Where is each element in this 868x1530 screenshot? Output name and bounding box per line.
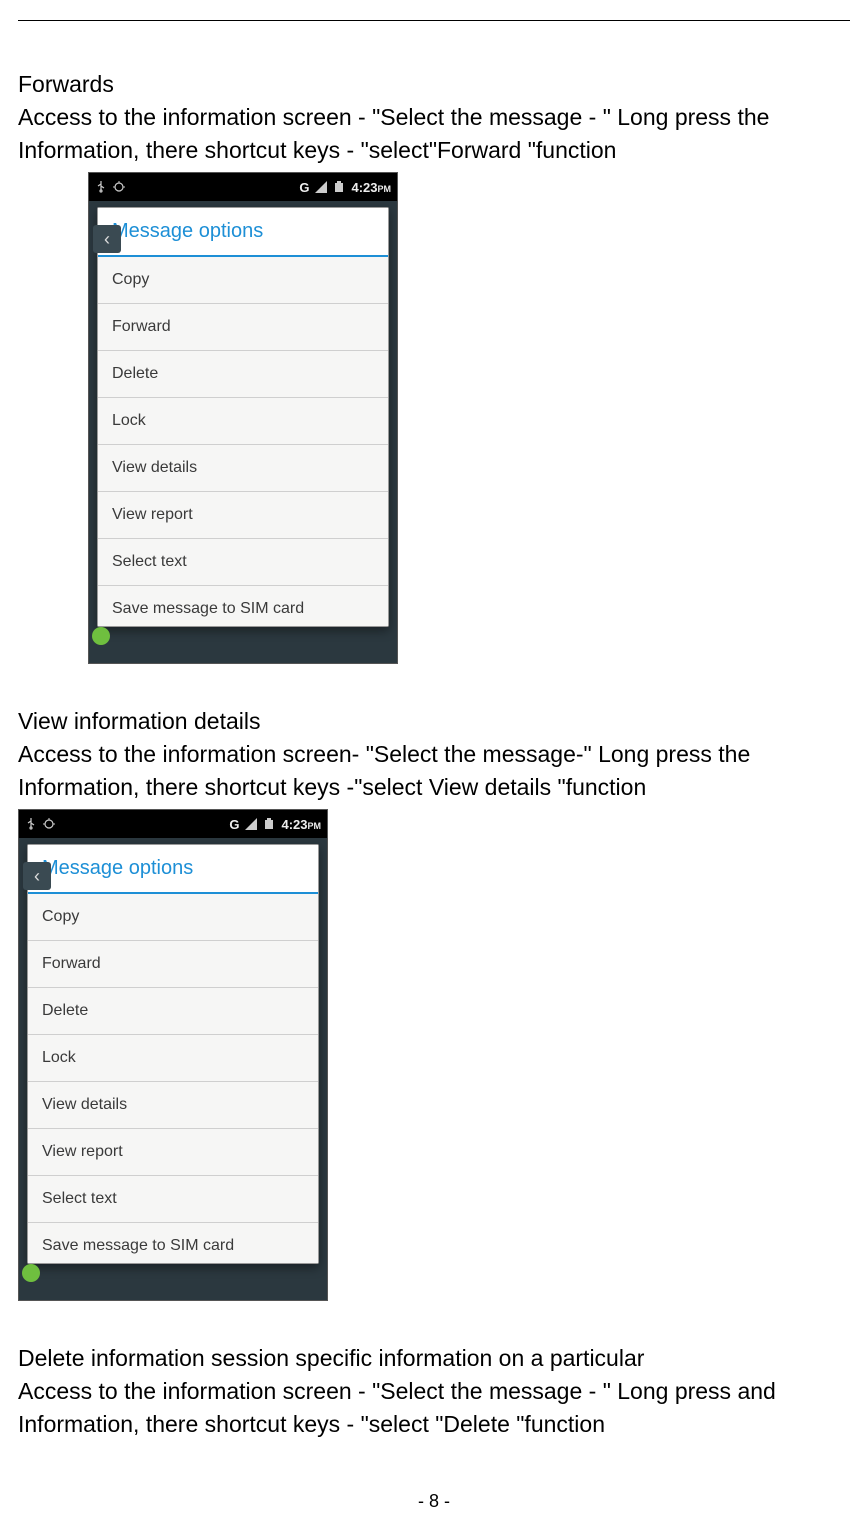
back-chevron-icon: ‹	[93, 225, 121, 253]
option-view-report[interactable]: View report	[98, 492, 388, 539]
debug-icon	[113, 181, 125, 193]
option-lock[interactable]: Lock	[28, 1035, 318, 1082]
usb-icon	[25, 818, 37, 830]
delete-line-2: Information, there shortcut keys - "sele…	[18, 1409, 850, 1440]
message-options-dialog: Message options Copy Forward Delete Lock…	[27, 844, 319, 1264]
battery-icon	[333, 181, 345, 193]
option-select-text[interactable]: Select text	[98, 539, 388, 586]
option-view-report[interactable]: View report	[28, 1129, 318, 1176]
dialog-title: Message options	[28, 845, 318, 894]
section-title-delete: Delete information session specific info…	[18, 1343, 850, 1374]
debug-icon	[43, 818, 55, 830]
back-chevron-icon: ‹	[23, 862, 51, 890]
phone-status-bar: G 4:23PM	[89, 173, 397, 201]
option-select-text[interactable]: Select text	[28, 1176, 318, 1223]
phone-status-bar: G 4:23PM	[19, 810, 327, 838]
battery-icon	[263, 818, 275, 830]
usb-icon	[95, 181, 107, 193]
page-number: - 8 -	[0, 1491, 868, 1512]
option-lock[interactable]: Lock	[98, 398, 388, 445]
option-view-details[interactable]: View details	[98, 445, 388, 492]
signal-icon	[315, 181, 327, 193]
option-delete[interactable]: Delete	[98, 351, 388, 398]
forwards-line-1: Access to the information screen - "Sele…	[18, 102, 850, 133]
option-view-details[interactable]: View details	[28, 1082, 318, 1129]
page-top-rule	[18, 20, 850, 21]
avatar-peek-icon	[92, 627, 110, 645]
document-page: Forwards Access to the information scree…	[0, 0, 868, 1440]
option-save-to-sim[interactable]: Save message to SIM card	[28, 1223, 318, 1263]
option-forward[interactable]: Forward	[98, 304, 388, 351]
option-copy[interactable]: Copy	[98, 257, 388, 304]
network-type-label: G	[299, 180, 309, 195]
option-delete[interactable]: Delete	[28, 988, 318, 1035]
clock-time: 4:23PM	[281, 817, 321, 832]
forwards-line-2: Information, there shortcut keys - "sele…	[18, 135, 850, 166]
section-title-view-details: View information details	[18, 706, 850, 737]
view-details-line-1: Access to the information screen- "Selec…	[18, 739, 850, 770]
network-type-label: G	[229, 817, 239, 832]
screenshot-message-options-2: G 4:23PM ‹ Message options Copy Forward …	[18, 809, 328, 1301]
avatar-peek-icon	[22, 1264, 40, 1282]
section-title-forwards: Forwards	[18, 69, 850, 100]
option-copy[interactable]: Copy	[28, 894, 318, 941]
message-options-dialog: Message options Copy Forward Delete Lock…	[97, 207, 389, 627]
delete-line-1: Access to the information screen - "Sele…	[18, 1376, 850, 1407]
option-save-to-sim[interactable]: Save message to SIM card	[98, 586, 388, 626]
dialog-title: Message options	[98, 208, 388, 257]
screenshot-message-options-1: G 4:23PM ‹ Message options Copy Forward …	[88, 172, 398, 664]
signal-icon	[245, 818, 257, 830]
option-forward[interactable]: Forward	[28, 941, 318, 988]
view-details-line-2: Information, there shortcut keys -"selec…	[18, 772, 850, 803]
clock-time: 4:23PM	[351, 180, 391, 195]
